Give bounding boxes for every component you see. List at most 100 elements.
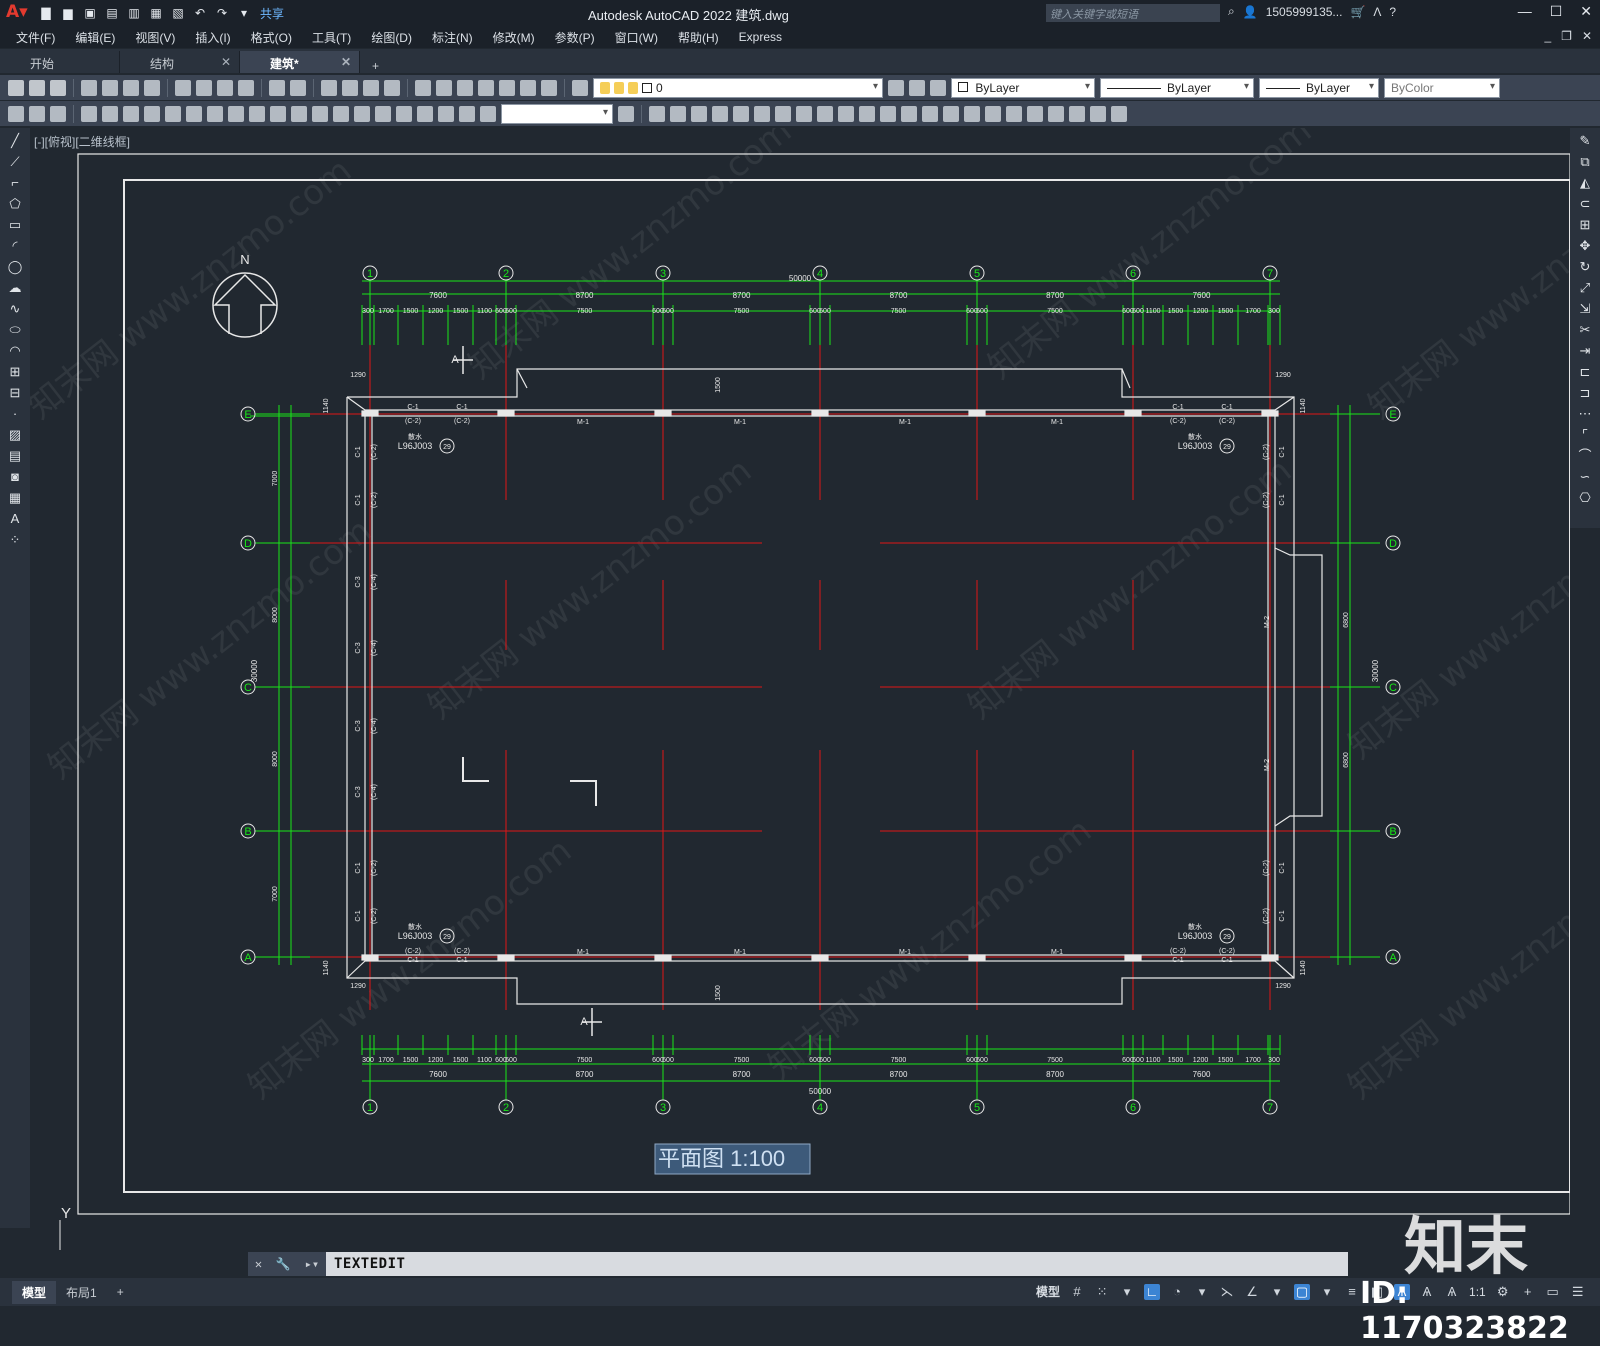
doc-close-button[interactable]: ✕ [1582,29,1592,43]
autodesk-app-icon[interactable]: Ʌ [1373,5,1381,19]
tab-layout1[interactable]: 布局1 [56,1281,107,1304]
new-icon[interactable] [8,79,24,96]
rotate-icon[interactable] [775,105,791,122]
zoom-window-icon[interactable] [363,79,379,96]
circle-icon[interactable]: ◯ [7,259,23,275]
jogged-linear-icon[interactable] [417,105,433,122]
sheet-set-icon[interactable] [478,79,494,96]
menu-help[interactable]: 帮助(H) [678,29,731,46]
help-icon[interactable] [541,79,557,96]
new-icon[interactable]: ▇ [38,6,54,20]
mirror-icon[interactable] [691,105,707,122]
menu-insert[interactable]: 插入(I) [195,29,242,46]
isometric-icon[interactable]: ⋋ [1219,1284,1235,1300]
lineweight-dropdown[interactable]: ByLayer [1259,77,1379,98]
dropdown-icon[interactable]: ▾ [1119,1284,1135,1300]
dimension-break-icon[interactable] [333,105,349,122]
match-properties-icon[interactable] [238,79,254,96]
close-button[interactable]: ✕ [1580,3,1592,20]
cart-icon[interactable]: 🛒 [1350,5,1365,19]
table-icon[interactable]: ▦ [7,490,23,506]
hatch-icon[interactable]: ▨ [7,427,23,443]
menu-format[interactable]: 格式(O) [251,29,304,46]
insert-block-icon[interactable]: ⊞ [7,364,23,380]
trim-icon[interactable] [838,105,854,122]
search-input[interactable]: 键入关键字或短语 [1046,4,1220,22]
layer-previous-icon[interactable] [909,79,925,96]
menu-modify[interactable]: 修改(M) [493,29,547,46]
command-line[interactable]: ✕ 🔧 ▸▾ TEXTEDIT [248,1252,1348,1276]
publish-icon[interactable]: ▥ [126,6,142,20]
ellipse-icon[interactable]: ⬭ [7,322,23,338]
image-icon[interactable] [1111,105,1127,122]
dimension-edit-icon[interactable] [438,105,454,122]
erase-icon[interactable] [649,105,665,122]
erase-icon[interactable]: ✎ [1577,133,1593,149]
view-icon[interactable] [29,105,45,122]
save-icon[interactable]: ▣ [82,6,98,20]
quick-dimension-icon[interactable] [249,105,265,122]
dimension-space-icon[interactable] [312,105,328,122]
color-dropdown[interactable]: ByLayer [951,77,1095,98]
ucs-icon[interactable] [8,105,24,122]
zoom-previous-icon[interactable] [384,79,400,96]
menu-draw[interactable]: 绘图(D) [371,29,424,46]
close-icon[interactable]: ✕ [255,1257,262,1271]
tolerance-icon[interactable] [354,105,370,122]
tab-architecture[interactable]: 建筑* ✕ [240,51,360,73]
stretch-icon[interactable]: ⇲ [1577,301,1593,317]
pan-icon[interactable] [321,79,337,96]
draworder-icon[interactable] [985,105,1001,122]
close-icon[interactable]: ✕ [221,55,231,69]
join-icon[interactable] [901,105,917,122]
menu-tools[interactable]: 工具(T) [312,29,363,46]
spline-icon[interactable]: ∿ [7,301,23,317]
inspection-icon[interactable] [396,105,412,122]
chamfer-icon[interactable] [922,105,938,122]
baseline-icon[interactable] [270,105,286,122]
polar-tracking-icon[interactable]: ◔ [1169,1284,1185,1300]
offset-icon[interactable] [712,105,728,122]
line-icon[interactable]: ╱ [7,133,23,149]
lineweight-icon[interactable]: ≡ [1344,1284,1360,1300]
gradient-icon[interactable]: ▤ [7,448,23,464]
arc-icon[interactable]: ◜ [7,238,23,254]
offset-icon[interactable]: ⊂ [1577,196,1593,212]
undo-icon[interactable]: ↶ [192,6,208,20]
blend-curves-icon[interactable]: ∽ [1577,469,1593,485]
trim-icon[interactable]: ✂ [1577,322,1593,338]
properties-icon[interactable] [415,79,431,96]
layer-dropdown[interactable]: 0 [593,77,883,98]
add-selected-icon[interactable]: ⁘ [7,532,23,548]
layer-icon[interactable] [50,105,66,122]
open-icon[interactable]: ▆ [60,6,76,20]
revision-cloud-icon[interactable]: ☁ [7,280,23,296]
grid-icon[interactable]: # [1069,1284,1085,1300]
ordinate-icon[interactable] [144,105,160,122]
fillet-icon[interactable] [943,105,959,122]
customize-icon[interactable]: 🔧 [276,1257,291,1271]
angular-icon[interactable] [228,105,244,122]
extend-icon[interactable] [859,105,875,122]
polygon-icon[interactable]: ⬠ [7,196,23,212]
arc-length-icon[interactable] [123,105,139,122]
menu-express[interactable]: Express [739,30,794,44]
copy-object-icon[interactable] [670,105,686,122]
make-current-icon[interactable] [888,79,904,96]
layer-properties-icon[interactable] [572,79,588,96]
menu-file[interactable]: 文件(F) [16,29,67,46]
menu-view[interactable]: 视图(V) [135,29,187,46]
dropdown-icon[interactable]: ▾ [1319,1284,1335,1300]
redo-icon[interactable] [290,79,306,96]
attribute-icon[interactable] [1069,105,1085,122]
viewport-controls[interactable]: [-][俯视][二维线框] [34,133,130,150]
3d-print-icon[interactable] [144,79,160,96]
break-at-point-icon[interactable]: ⊏ [1577,364,1593,380]
recent-commands-icon[interactable]: ▸▾ [305,1257,319,1271]
share-button[interactable]: 共享 [260,5,284,22]
rectangle-icon[interactable]: ▭ [7,217,23,233]
doc-restore-button[interactable]: ❐ [1561,29,1572,43]
dropdown-icon[interactable]: ▾ [236,6,252,20]
dimension-style-dropdown[interactable] [501,103,613,124]
tab-structure[interactable]: 结构 ✕ [120,51,240,73]
